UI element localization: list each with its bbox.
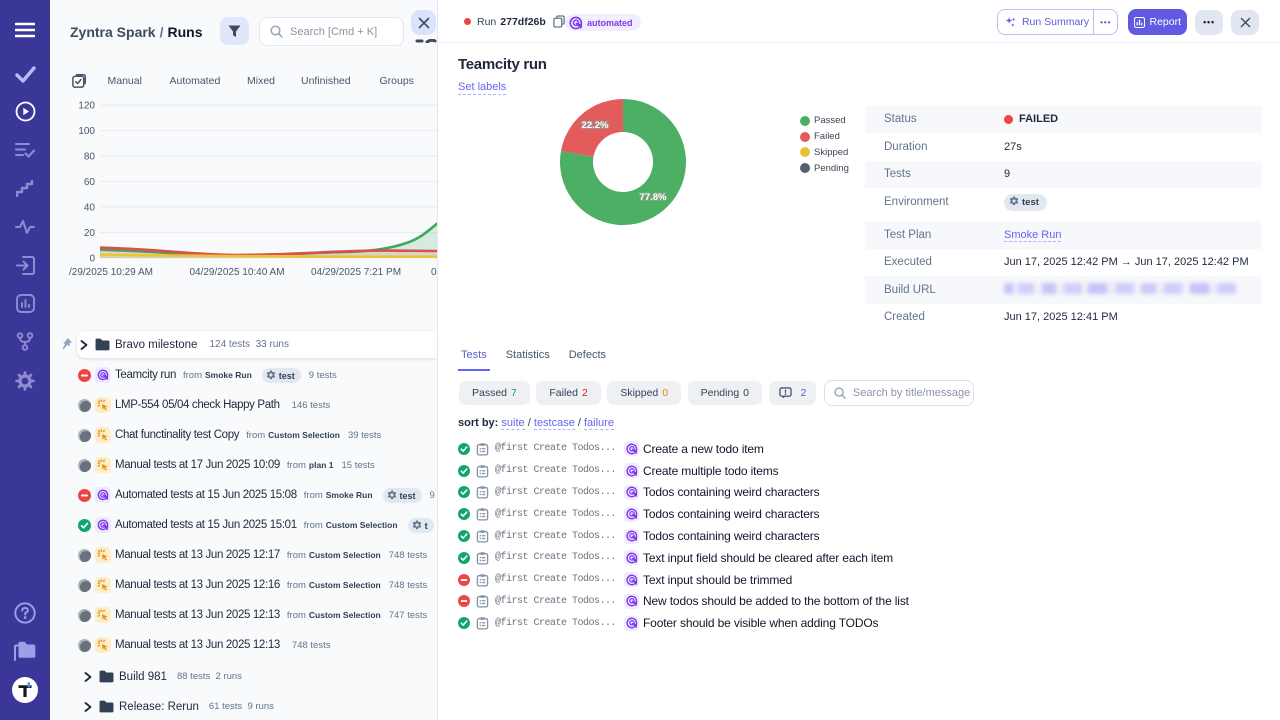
svg-text:77.8%: 77.8% <box>640 192 667 203</box>
svg-text:20: 20 <box>84 228 96 239</box>
svg-text:100: 100 <box>78 126 95 137</box>
svg-text:/29/2025 10:29 AM: /29/2025 10:29 AM <box>69 267 153 278</box>
svg-text:40: 40 <box>84 203 96 214</box>
svg-text:04/29/2025 7:21 PM: 04/29/2025 7:21 PM <box>311 267 401 278</box>
svg-text:60: 60 <box>84 177 96 188</box>
svg-text:120: 120 <box>78 101 95 112</box>
svg-text:22.2%: 22.2% <box>582 120 609 131</box>
svg-text:0: 0 <box>89 254 95 265</box>
svg-text:04/29/2025 10:40 AM: 04/29/2025 10:40 AM <box>189 267 284 278</box>
svg-text:04/2: 04/2 <box>431 267 438 278</box>
svg-text:80: 80 <box>84 152 96 163</box>
